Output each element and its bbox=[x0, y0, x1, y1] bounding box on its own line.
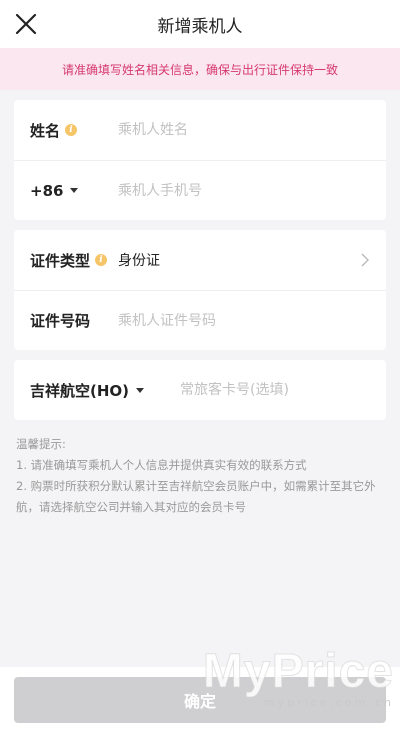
frequent-flyer-row: 吉祥航空(HO) bbox=[14, 360, 386, 420]
country-code: +86 bbox=[30, 181, 64, 200]
airline-name: 吉祥航空(HO) bbox=[30, 381, 130, 400]
tips-section: 温馨提示: 1. 请准确填写乘机人个人信息并提供真实有效的联系方式 2. 购票时… bbox=[0, 420, 400, 518]
frequent-flyer-input[interactable] bbox=[180, 382, 370, 398]
header: 新增乘机人 bbox=[0, 0, 400, 48]
notice-text: 请准确填写姓名相关信息，确保与出行证件保持一致 bbox=[61, 62, 338, 77]
id-number-label: 证件号码 bbox=[30, 312, 91, 330]
name-input[interactable] bbox=[118, 122, 370, 138]
contact-card: 姓名 i +86 bbox=[14, 100, 386, 220]
page-title: 新增乘机人 bbox=[157, 16, 243, 37]
id-number-row: 证件号码 bbox=[14, 290, 386, 350]
id-number-input[interactable] bbox=[118, 312, 370, 329]
info-icon[interactable]: i bbox=[65, 124, 78, 136]
id-card: 证件类型 i 身份证 证件号码 bbox=[14, 230, 386, 350]
id-type-label-wrap: 证件类型 i bbox=[30, 250, 118, 271]
info-icon[interactable]: i bbox=[95, 254, 108, 266]
phone-row: +86 bbox=[14, 160, 386, 220]
name-row: 姓名 i bbox=[14, 100, 386, 160]
name-label-wrap: 姓名 i bbox=[30, 120, 118, 141]
notice-banner: 请准确填写姓名相关信息，确保与出行证件保持一致 bbox=[0, 48, 400, 90]
tip-item: 1. 请准确填写乘机人个人信息并提供真实有效的联系方式 bbox=[16, 458, 307, 472]
id-number-label-wrap: 证件号码 bbox=[30, 310, 118, 331]
caret-down-icon bbox=[136, 387, 145, 393]
id-type-label: 证件类型 bbox=[30, 251, 91, 270]
confirm-button[interactable]: 确定 bbox=[14, 677, 386, 723]
name-label: 姓名 bbox=[30, 121, 61, 140]
chevron-right-icon bbox=[361, 253, 369, 267]
id-type-value: 身份证 bbox=[118, 253, 160, 269]
phone-input[interactable] bbox=[118, 182, 370, 199]
airline-selector[interactable]: 吉祥航空(HO) bbox=[30, 380, 180, 401]
country-code-selector[interactable]: +86 bbox=[30, 182, 118, 200]
id-type-row[interactable]: 证件类型 i 身份证 bbox=[14, 230, 386, 290]
close-icon[interactable] bbox=[12, 10, 40, 38]
tips-title: 温馨提示: bbox=[16, 437, 66, 451]
tip-item: 2. 购票时所获积分默认累计至吉祥航空会员账户中，如需累计至其它外航，请选择航空… bbox=[16, 479, 376, 514]
footer: 确定 bbox=[0, 667, 400, 729]
caret-down-icon bbox=[70, 188, 79, 193]
frequent-flyer-card: 吉祥航空(HO) bbox=[14, 360, 386, 420]
